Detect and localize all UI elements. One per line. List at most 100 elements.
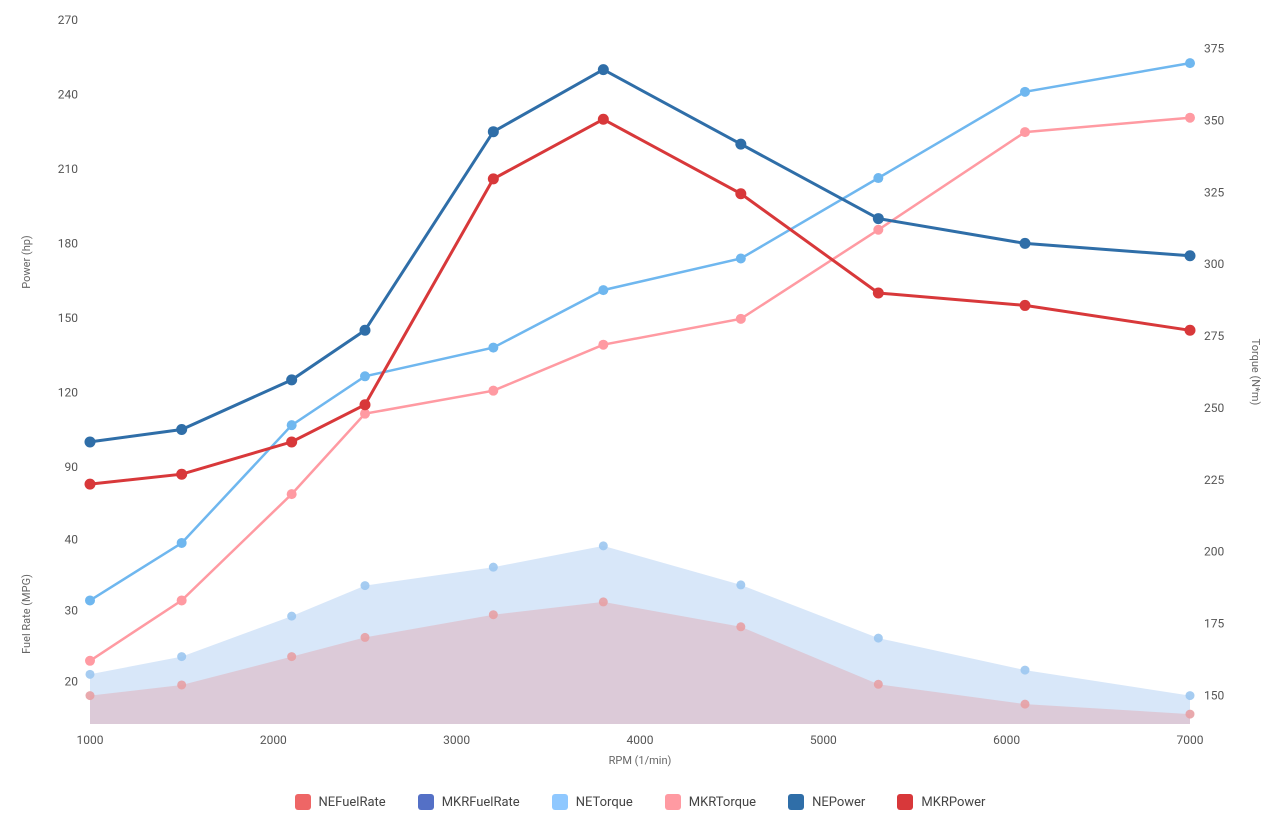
svg-text:150: 150 bbox=[58, 311, 78, 325]
legend: NEFuelRate MKRFuelRate NETorque MKRTorqu… bbox=[0, 794, 1280, 810]
torque-point bbox=[736, 253, 746, 263]
fuel-point bbox=[736, 622, 745, 631]
legend-item[interactable]: NEFuelRate bbox=[295, 794, 386, 810]
torque-point bbox=[287, 489, 297, 499]
legend-swatch bbox=[418, 794, 434, 810]
svg-text:90: 90 bbox=[65, 460, 79, 474]
legend-swatch bbox=[665, 794, 681, 810]
power-point bbox=[488, 126, 499, 137]
svg-text:275: 275 bbox=[1204, 329, 1224, 343]
power-point bbox=[1020, 300, 1031, 311]
fuel-point bbox=[874, 680, 883, 689]
fuel-point bbox=[736, 580, 745, 589]
fuel-point bbox=[86, 670, 95, 679]
fuel-point bbox=[1021, 700, 1030, 709]
svg-text:6000: 6000 bbox=[993, 733, 1020, 747]
power-point bbox=[176, 424, 187, 435]
torque-point bbox=[85, 656, 95, 666]
svg-text:1000: 1000 bbox=[77, 733, 104, 747]
svg-text:2000: 2000 bbox=[260, 733, 287, 747]
torque-line bbox=[90, 63, 1190, 600]
svg-text:20: 20 bbox=[65, 674, 79, 688]
svg-text:4000: 4000 bbox=[627, 733, 654, 747]
svg-text:325: 325 bbox=[1204, 185, 1224, 199]
fuel-point bbox=[489, 610, 498, 619]
svg-text:5000: 5000 bbox=[810, 733, 837, 747]
svg-text:175: 175 bbox=[1204, 616, 1224, 630]
svg-text:240: 240 bbox=[58, 87, 78, 101]
torque-point bbox=[177, 538, 187, 548]
power-point bbox=[360, 399, 371, 410]
fuel-point bbox=[489, 563, 498, 572]
svg-text:Power (hp): Power (hp) bbox=[20, 235, 33, 289]
svg-text:225: 225 bbox=[1204, 473, 1224, 487]
legend-item[interactable]: MKRPower bbox=[897, 794, 985, 810]
fuel-point bbox=[599, 541, 608, 550]
legend-swatch bbox=[552, 794, 568, 810]
fuel-point bbox=[1186, 691, 1195, 700]
legend-item[interactable]: MKRFuelRate bbox=[418, 794, 520, 810]
torque-point bbox=[1185, 113, 1195, 123]
fuel-point bbox=[599, 597, 608, 606]
fuel-point bbox=[361, 633, 370, 642]
legend-label: MKRFuelRate bbox=[442, 795, 520, 810]
torque-point bbox=[873, 173, 883, 183]
torque-point bbox=[1020, 127, 1030, 137]
svg-text:150: 150 bbox=[1204, 688, 1224, 702]
engine-chart: 1000200030004000500060007000RPM (1/min)9… bbox=[0, 0, 1280, 824]
legend-item[interactable]: NEPower bbox=[788, 794, 865, 810]
fuel-point bbox=[287, 612, 296, 621]
torque-point bbox=[287, 420, 297, 430]
legend-item[interactable]: MKRTorque bbox=[665, 794, 756, 810]
torque-point bbox=[598, 340, 608, 350]
power-point bbox=[85, 436, 96, 447]
fuel-point bbox=[1186, 710, 1195, 719]
legend-label: NETorque bbox=[576, 795, 633, 810]
power-point bbox=[488, 173, 499, 184]
torque-point bbox=[598, 285, 608, 295]
fuel-point bbox=[177, 652, 186, 661]
power-point bbox=[1185, 250, 1196, 261]
svg-text:250: 250 bbox=[1204, 401, 1224, 415]
torque-point bbox=[488, 343, 498, 353]
svg-text:300: 300 bbox=[1204, 257, 1224, 271]
fuel-point bbox=[177, 680, 186, 689]
svg-text:350: 350 bbox=[1204, 114, 1224, 128]
power-point bbox=[85, 479, 96, 490]
torque-point bbox=[873, 225, 883, 235]
svg-text:Torque (N*m): Torque (N*m) bbox=[1249, 339, 1262, 406]
torque-point bbox=[736, 314, 746, 324]
svg-text:7000: 7000 bbox=[1177, 733, 1204, 747]
svg-text:RPM (1/min): RPM (1/min) bbox=[609, 754, 672, 767]
fuel-point bbox=[287, 652, 296, 661]
legend-swatch bbox=[897, 794, 913, 810]
svg-text:180: 180 bbox=[58, 236, 78, 250]
svg-text:270: 270 bbox=[58, 13, 78, 27]
svg-text:Fuel Rate (MPG): Fuel Rate (MPG) bbox=[20, 574, 33, 654]
torque-point bbox=[177, 595, 187, 605]
legend-label: MKRPower bbox=[921, 795, 985, 810]
svg-text:30: 30 bbox=[65, 603, 79, 617]
svg-text:120: 120 bbox=[58, 385, 78, 399]
svg-text:375: 375 bbox=[1204, 42, 1224, 56]
power-point bbox=[873, 213, 884, 224]
fuel-point bbox=[86, 691, 95, 700]
power-point bbox=[1185, 325, 1196, 336]
fuel-point bbox=[361, 581, 370, 590]
power-point bbox=[735, 139, 746, 150]
power-point bbox=[873, 288, 884, 299]
power-point bbox=[598, 64, 609, 75]
torque-point bbox=[360, 371, 370, 381]
torque-point bbox=[85, 595, 95, 605]
svg-text:40: 40 bbox=[65, 532, 79, 546]
svg-text:210: 210 bbox=[58, 162, 78, 176]
fuel-point bbox=[874, 634, 883, 643]
legend-item[interactable]: NETorque bbox=[552, 794, 633, 810]
power-point bbox=[1020, 238, 1031, 249]
power-point bbox=[598, 114, 609, 125]
chart-svg: 1000200030004000500060007000RPM (1/min)9… bbox=[0, 0, 1280, 824]
power-point bbox=[735, 188, 746, 199]
legend-swatch bbox=[788, 794, 804, 810]
legend-label: MKRTorque bbox=[689, 795, 756, 810]
power-point bbox=[360, 325, 371, 336]
